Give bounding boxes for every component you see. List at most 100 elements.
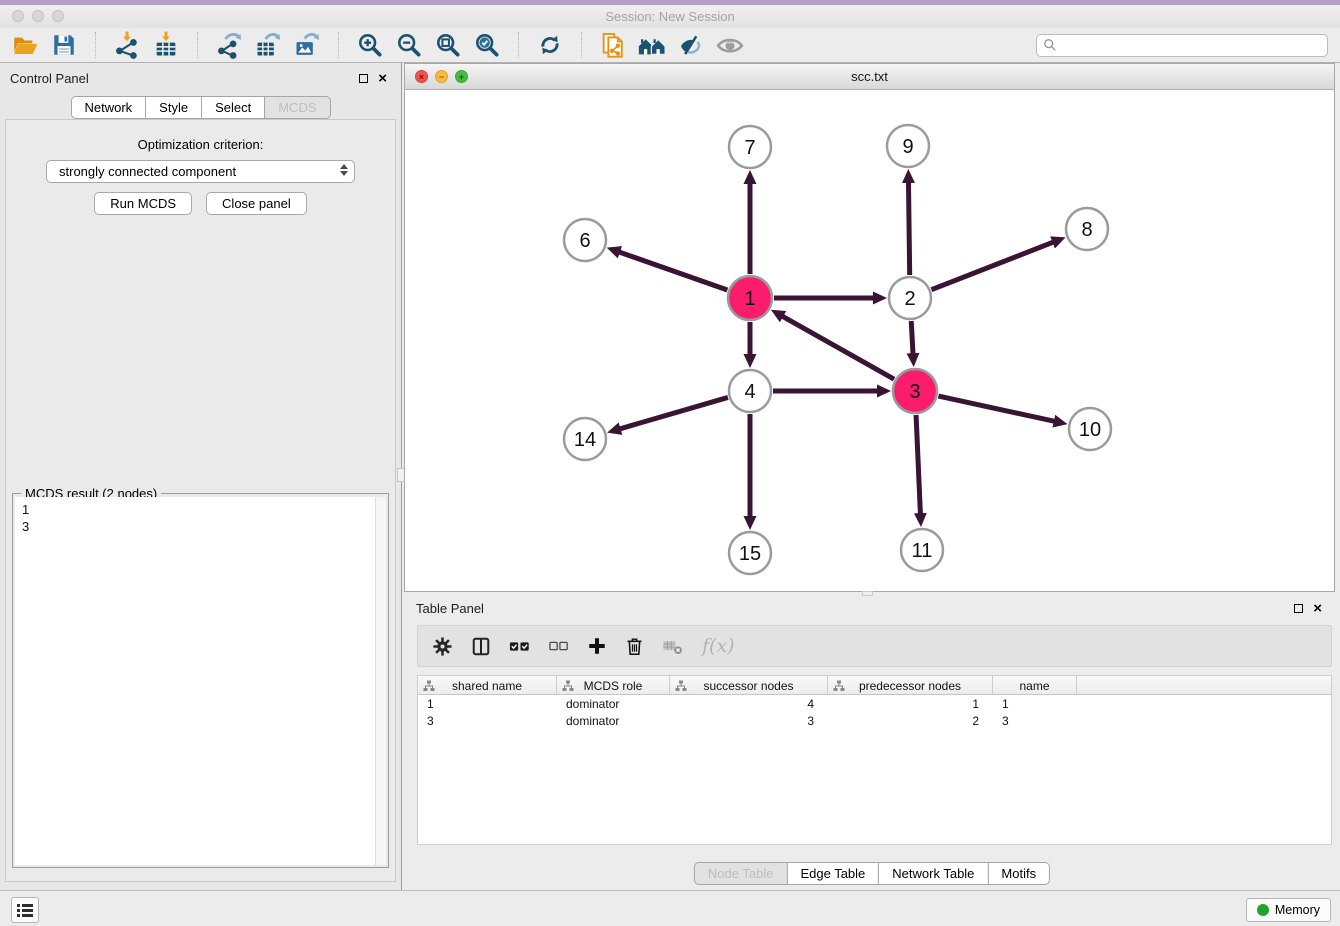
graph-edge-4-14[interactable] (619, 397, 728, 429)
result-scrollbar[interactable] (375, 497, 386, 865)
table-row[interactable]: 1dominator411 (418, 696, 1331, 713)
export-image-icon[interactable] (292, 30, 322, 60)
mcds-result-fieldset: MCDS result (2 nodes) 13 (12, 493, 389, 868)
close-panel-button[interactable]: Close panel (206, 192, 307, 215)
network-graph[interactable]: 7 9 6 8 1 2 4 3 14 10 15 11 (405, 91, 1334, 591)
close-panel-icon[interactable]: × (378, 72, 387, 85)
graph-edge-1-6[interactable] (618, 252, 727, 290)
svg-text:1: 1 (744, 288, 755, 310)
task-history-button[interactable] (11, 897, 39, 923)
column-header-name[interactable]: name (993, 676, 1077, 695)
table-tab-motifs[interactable]: Motifs (987, 862, 1050, 885)
graph-edge-2-3[interactable] (911, 321, 913, 355)
graph-node-8[interactable]: 8 (1066, 208, 1108, 250)
column-header-shared-name[interactable]: shared name (418, 676, 557, 695)
add-column-icon[interactable] (587, 636, 607, 656)
table-cell[interactable]: 1 (993, 696, 1077, 713)
table-settings-icon[interactable] (432, 636, 453, 657)
float-panel-icon[interactable] (359, 74, 368, 83)
graph-node-6[interactable]: 6 (564, 219, 606, 261)
table-cell[interactable]: 3 (670, 713, 828, 730)
table-tab-edge-table[interactable]: Edge Table (786, 862, 879, 885)
table-cell[interactable]: 1 (828, 696, 993, 713)
graph-node-7[interactable]: 7 (729, 126, 771, 168)
table-row[interactable]: 3dominator323 (418, 713, 1331, 730)
column-header-predecessor-nodes[interactable]: predecessor nodes (828, 676, 993, 695)
graph-node-1[interactable]: 1 (728, 276, 772, 320)
graph-node-2[interactable]: 2 (889, 277, 931, 319)
select-all-icon[interactable] (509, 638, 531, 654)
new-network-from-selection-icon[interactable] (598, 30, 628, 60)
main-titlebar: Session: New Session (0, 5, 1340, 28)
control-panel-tabs: NetworkStyleSelectMCDS (70, 96, 330, 119)
network-close-icon[interactable]: × (415, 70, 428, 83)
column-browser-icon[interactable] (471, 636, 491, 657)
open-session-icon[interactable] (10, 30, 40, 60)
graph-edge-2-9[interactable] (908, 181, 909, 275)
network-canvas[interactable]: 7 9 6 8 1 2 4 3 14 10 15 11 (405, 91, 1334, 591)
graph-node-15[interactable]: 15 (729, 532, 771, 574)
zoom-fit-icon[interactable] (433, 30, 463, 60)
column-header-MCDS-role[interactable]: MCDS role (557, 676, 670, 695)
table-cell[interactable]: 3 (418, 713, 557, 730)
tab-style[interactable]: Style (145, 96, 202, 119)
table-cell[interactable]: 3 (993, 713, 1077, 730)
show-graphics-details-icon[interactable] (715, 30, 745, 60)
import-network-icon[interactable] (112, 30, 142, 60)
float-table-panel-icon[interactable] (1294, 604, 1303, 613)
graph-edge-3-10[interactable] (938, 396, 1055, 421)
nested-networks-icon[interactable] (637, 30, 667, 60)
window-title: Session: New Session (0, 5, 1340, 28)
graph-edge-2-8[interactable] (931, 242, 1054, 290)
zoom-out-icon[interactable] (394, 30, 424, 60)
memory-status-icon (1257, 904, 1269, 916)
export-network-icon[interactable] (214, 30, 244, 60)
refresh-icon[interactable] (535, 30, 565, 60)
node-table[interactable]: shared nameMCDS rolesuccessor nodesprede… (417, 675, 1332, 845)
hide-selected-icon[interactable] (676, 30, 706, 60)
network-window-titlebar[interactable]: scc.txt × − + (405, 64, 1334, 90)
table-cell[interactable]: 1 (418, 696, 557, 713)
export-table-icon[interactable] (253, 30, 283, 60)
memory-button[interactable]: Memory (1246, 898, 1331, 922)
delete-column-icon[interactable] (625, 636, 644, 657)
graph-node-3[interactable]: 3 (893, 369, 937, 413)
svg-text:4: 4 (744, 381, 755, 403)
graph-edge-3-1[interactable] (781, 316, 894, 380)
close-table-panel-icon[interactable]: × (1313, 602, 1322, 615)
graph-node-11[interactable]: 11 (901, 529, 943, 571)
mcds-result-box[interactable]: 13 (15, 497, 386, 865)
delete-table-icon (662, 638, 684, 655)
table-cell[interactable]: 4 (670, 696, 828, 713)
table-cell[interactable]: dominator (557, 696, 670, 713)
graph-node-10[interactable]: 10 (1069, 408, 1111, 450)
zoom-selected-icon[interactable] (472, 30, 502, 60)
column-header-successor-nodes[interactable]: successor nodes (670, 676, 828, 695)
tab-network[interactable]: Network (70, 96, 146, 119)
unselect-all-icon[interactable] (549, 639, 569, 653)
dropdown-stepper-icon (340, 164, 348, 176)
criterion-dropdown[interactable]: strongly connected component (46, 160, 355, 183)
run-mcds-button[interactable]: Run MCDS (94, 192, 192, 215)
toolbar-separator (95, 32, 96, 58)
tab-select[interactable]: Select (201, 96, 265, 119)
network-minimize-icon[interactable]: − (435, 70, 448, 83)
table-tab-network-table[interactable]: Network Table (878, 862, 988, 885)
main-toolbar (0, 28, 1340, 63)
graph-edge-3-11[interactable] (916, 415, 920, 515)
network-maximize-icon[interactable]: + (455, 70, 468, 83)
result-line: 3 (22, 518, 379, 535)
tab-mcds[interactable]: MCDS (264, 96, 330, 119)
svg-text:11: 11 (912, 540, 933, 562)
graph-node-4[interactable]: 4 (729, 370, 771, 412)
graph-node-14[interactable]: 14 (564, 418, 606, 460)
save-session-icon[interactable] (49, 30, 79, 60)
import-table-icon[interactable] (151, 30, 181, 60)
graph-node-9[interactable]: 9 (887, 125, 929, 167)
zoom-in-icon[interactable] (355, 30, 385, 60)
table-tab-node-table[interactable]: Node Table (694, 862, 788, 885)
column-header-label: name (1019, 679, 1049, 693)
table-cell[interactable]: 2 (828, 713, 993, 730)
table-cell[interactable]: dominator (557, 713, 670, 730)
search-input[interactable] (1036, 34, 1328, 57)
